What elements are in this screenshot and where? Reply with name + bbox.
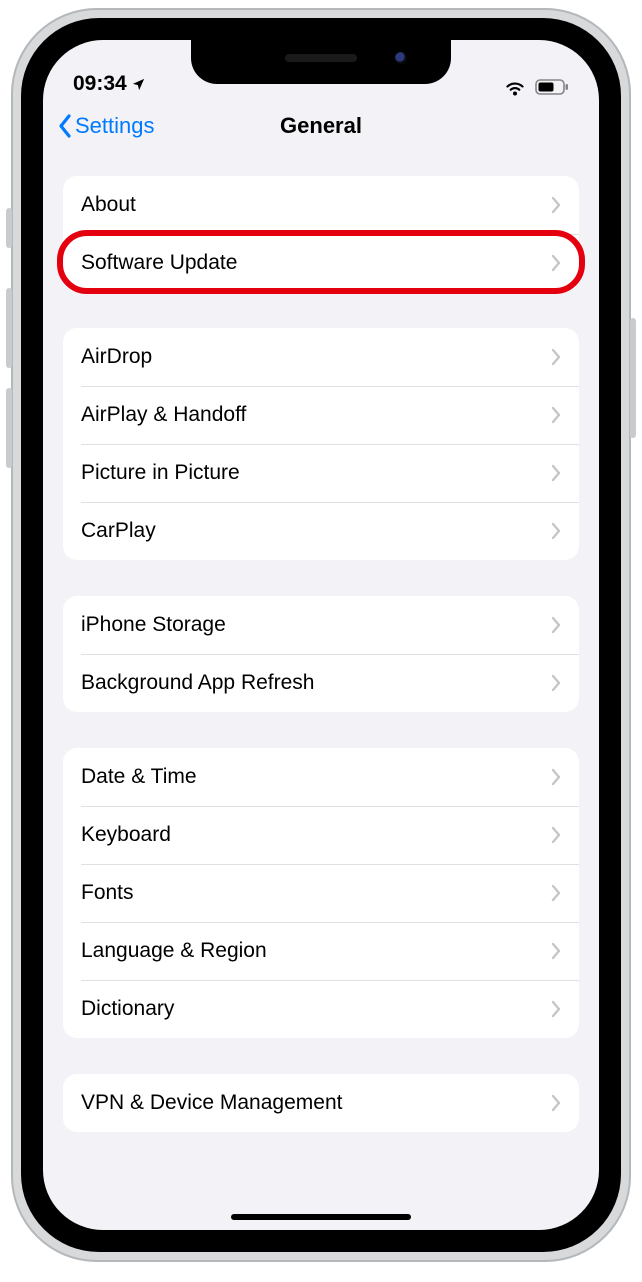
- chevron-right-icon: [551, 884, 561, 902]
- chevron-right-icon: [551, 254, 561, 272]
- chevron-right-icon: [551, 826, 561, 844]
- chevron-right-icon: [551, 768, 561, 786]
- row-label: Language & Region: [81, 939, 551, 963]
- settings-row[interactable]: Keyboard: [63, 806, 579, 864]
- battery-icon: [535, 79, 569, 95]
- volume-up-button: [6, 288, 12, 368]
- settings-row[interactable]: About: [63, 176, 579, 234]
- settings-row[interactable]: AirPlay & Handoff: [63, 386, 579, 444]
- settings-row[interactable]: Background App Refresh: [63, 654, 579, 712]
- mute-switch: [6, 208, 12, 248]
- settings-row[interactable]: AirDrop: [63, 328, 579, 386]
- row-label: Software Update: [81, 251, 551, 275]
- chevron-right-icon: [551, 522, 561, 540]
- settings-row[interactable]: Software Update: [63, 234, 579, 292]
- settings-row[interactable]: Dictionary: [63, 980, 579, 1038]
- wifi-icon: [503, 78, 527, 96]
- screen: 09:34: [43, 40, 599, 1230]
- settings-group: AirDrop AirPlay & Handoff Picture in Pictu…: [63, 328, 579, 560]
- chevron-right-icon: [551, 464, 561, 482]
- row-label: AirPlay & Handoff: [81, 403, 551, 427]
- settings-row[interactable]: Language & Region: [63, 922, 579, 980]
- notch: [191, 40, 451, 84]
- settings-group: Date & Time Keyboard Fonts Language & Regio…: [63, 748, 579, 1038]
- row-label: About: [81, 193, 551, 217]
- settings-row[interactable]: Date & Time: [63, 748, 579, 806]
- back-label: Settings: [75, 113, 155, 139]
- location-icon: [131, 77, 146, 92]
- settings-row[interactable]: CarPlay: [63, 502, 579, 560]
- row-label: Dictionary: [81, 997, 551, 1021]
- settings-list[interactable]: About Software Update AirDrop AirPlay & Han…: [43, 152, 599, 1230]
- back-button[interactable]: Settings: [57, 100, 155, 152]
- nav-bar: Settings General: [43, 100, 599, 152]
- chevron-right-icon: [551, 942, 561, 960]
- row-label: Background App Refresh: [81, 671, 551, 695]
- settings-row[interactable]: iPhone Storage: [63, 596, 579, 654]
- row-label: Date & Time: [81, 765, 551, 789]
- volume-down-button: [6, 388, 12, 468]
- chevron-right-icon: [551, 348, 561, 366]
- power-button: [630, 318, 636, 438]
- status-time: 09:34: [73, 72, 127, 96]
- row-label: AirDrop: [81, 345, 551, 369]
- settings-group: About Software Update: [63, 176, 579, 292]
- chevron-right-icon: [551, 196, 561, 214]
- chevron-right-icon: [551, 674, 561, 692]
- chevron-right-icon: [551, 406, 561, 424]
- settings-group: iPhone Storage Background App Refresh: [63, 596, 579, 712]
- row-label: CarPlay: [81, 519, 551, 543]
- home-indicator: [231, 1214, 411, 1220]
- chevron-right-icon: [551, 1094, 561, 1112]
- page-title: General: [280, 113, 362, 139]
- row-label: Fonts: [81, 881, 551, 905]
- row-label: iPhone Storage: [81, 613, 551, 637]
- settings-row[interactable]: Picture in Picture: [63, 444, 579, 502]
- settings-row[interactable]: VPN & Device Management: [63, 1074, 579, 1132]
- settings-row[interactable]: Fonts: [63, 864, 579, 922]
- row-label: VPN & Device Management: [81, 1091, 551, 1115]
- phone-frame: 09:34: [11, 8, 631, 1262]
- chevron-right-icon: [551, 616, 561, 634]
- row-label: Keyboard: [81, 823, 551, 847]
- chevron-right-icon: [551, 1000, 561, 1018]
- row-label: Picture in Picture: [81, 461, 551, 485]
- settings-group: VPN & Device Management: [63, 1074, 579, 1132]
